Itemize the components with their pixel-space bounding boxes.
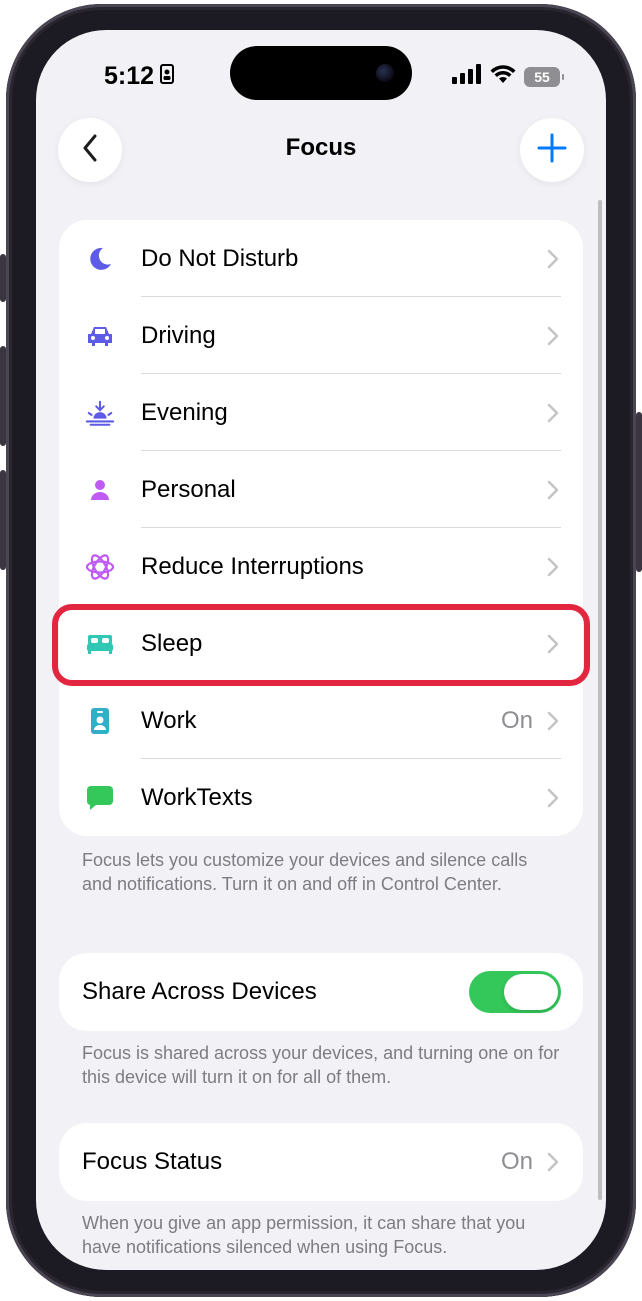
atom-icon <box>85 552 115 582</box>
focus-item-do-not-disturb[interactable]: Do Not Disturb <box>59 220 583 297</box>
focus-item-value: On <box>500 706 533 734</box>
focus-status-description: When you give an app permission, it can … <box>82 1213 526 1257</box>
add-focus-button[interactable] <box>520 118 584 182</box>
cellular-signal-icon <box>452 64 482 89</box>
focus-item-personal[interactable]: Personal <box>59 451 583 528</box>
focus-item-label: Reduce Interruptions <box>141 552 364 580</box>
toggle-knob <box>504 974 558 1010</box>
focus-item-work[interactable]: Work On <box>59 682 583 759</box>
focus-item-reduce-interruptions[interactable]: Reduce Interruptions <box>59 528 583 605</box>
chevron-right-icon <box>547 402 561 424</box>
battery-icon: 55 <box>524 66 564 87</box>
status-time-text: 5:12 <box>104 62 155 90</box>
focus-item-label: WorkTexts <box>141 783 253 811</box>
volume-up-button <box>0 346 6 446</box>
message-icon <box>85 783 115 813</box>
share-across-devices-group: Share Across Devices <box>59 953 583 1031</box>
chevron-right-icon <box>547 710 561 732</box>
volume-down-button <box>0 470 6 570</box>
focus-description: Focus lets you customize your devices an… <box>82 850 528 894</box>
focus-item-label: Personal <box>141 475 236 503</box>
status-time: 5:12 <box>104 62 175 91</box>
chevron-right-icon <box>547 787 561 809</box>
plus-icon <box>537 133 567 168</box>
sleep-highlight-outline <box>52 604 590 686</box>
sunset-icon <box>85 398 115 428</box>
chevron-right-icon <box>547 248 561 270</box>
focus-item-label: Driving <box>141 321 216 349</box>
power-button <box>636 412 642 572</box>
camera-icon <box>376 64 394 82</box>
action-button <box>0 254 6 302</box>
share-description: Focus is shared across your devices, and… <box>82 1043 560 1087</box>
focus-status-label: Focus Status <box>82 1148 223 1175</box>
share-across-devices-row: Share Across Devices <box>59 953 583 1031</box>
focus-item-label: Work <box>141 706 197 734</box>
screen: 5:12 55 Focus Do Not Disturb Driving Eve… <box>36 30 606 1270</box>
dynamic-island <box>230 46 412 100</box>
wifi-icon <box>490 64 516 89</box>
chevron-right-icon <box>547 556 561 578</box>
id-badge-icon <box>85 706 115 736</box>
chevron-right-icon <box>547 325 561 347</box>
status-indicators: 55 <box>452 64 564 89</box>
id-card-icon <box>160 62 175 91</box>
focus-status-group: Focus Status On <box>59 1123 583 1201</box>
focus-item-evening[interactable]: Evening <box>59 374 583 451</box>
focus-list: Do Not Disturb Driving Evening Personal … <box>59 220 583 836</box>
focus-item-label: Evening <box>141 398 228 426</box>
moon-icon <box>85 244 115 274</box>
focus-status-value: On <box>500 1148 533 1175</box>
focus-item-worktexts[interactable]: WorkTexts <box>59 759 583 836</box>
share-across-devices-toggle[interactable] <box>469 971 561 1013</box>
battery-level: 55 <box>534 68 550 85</box>
focus-status-row[interactable]: Focus Status On <box>59 1123 583 1201</box>
person-icon <box>85 475 115 505</box>
chevron-right-icon <box>547 1151 561 1173</box>
share-across-devices-label: Share Across Devices <box>82 978 317 1005</box>
chevron-right-icon <box>547 479 561 501</box>
focus-item-label: Do Not Disturb <box>141 244 299 272</box>
scrollbar[interactable] <box>598 200 602 1200</box>
car-icon <box>85 321 115 351</box>
focus-item-driving[interactable]: Driving <box>59 297 583 374</box>
